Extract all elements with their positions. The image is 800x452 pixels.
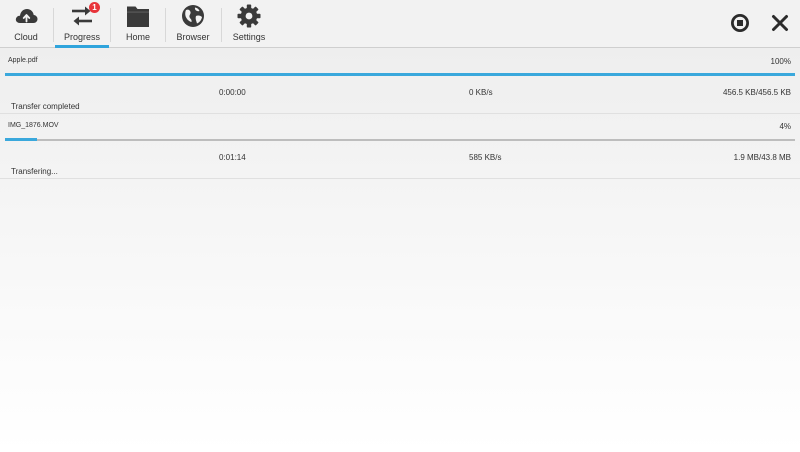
transfer-speed: 585 KB/s (469, 153, 502, 162)
close-button[interactable] (770, 13, 790, 33)
transfer-status: Transfer completed (11, 102, 80, 111)
folder-icon (125, 3, 151, 29)
tab-settings[interactable]: Settings (225, 0, 273, 48)
transfer-item[interactable]: Apple.pdf 100% 0:00:00 0 KB/s 456.5 KB/4… (0, 49, 800, 114)
top-toolbar: Cloud 1 Progress Home Browser Settings (0, 0, 800, 48)
transfer-progress-fill (5, 73, 795, 76)
transfer-percent: 4% (779, 122, 791, 131)
transfer-elapsed-time: 0:01:14 (219, 153, 246, 162)
gear-icon (236, 3, 262, 29)
transfer-status: Transfering... (11, 167, 58, 176)
transfer-progress-bar (5, 73, 795, 76)
transfer-speed: 0 KB/s (469, 88, 493, 97)
globe-icon (180, 3, 206, 29)
tab-browser[interactable]: Browser (169, 0, 217, 48)
tab-divider (110, 8, 111, 42)
stop-button[interactable] (730, 13, 750, 33)
close-icon (770, 13, 790, 33)
transfer-size: 1.9 MB/43.8 MB (733, 153, 791, 162)
transfer-progress-bar (5, 138, 795, 141)
tab-browser-label: Browser (176, 32, 210, 42)
transfer-progress-fill (5, 138, 37, 141)
tab-progress[interactable]: 1 Progress (55, 0, 109, 48)
tab-settings-label: Settings (232, 32, 266, 42)
tab-home-label: Home (125, 32, 150, 42)
transfer-file-name: IMG_1876.MOV (8, 122, 59, 129)
active-tab-indicator (55, 45, 109, 48)
tab-divider (221, 8, 222, 42)
tab-progress-label: Progress (63, 32, 100, 42)
cloud-icon (13, 3, 39, 29)
stop-icon (730, 13, 750, 33)
transfer-arrows-icon: 1 (69, 2, 100, 29)
transfer-file-name: Apple.pdf (8, 57, 38, 64)
tab-divider (53, 8, 54, 42)
tab-cloud-label: Cloud (14, 32, 38, 42)
transfer-size: 456.5 KB/456.5 KB (722, 88, 791, 97)
transfer-item[interactable]: IMG_1876.MOV 4% 0:01:14 585 KB/s 1.9 MB/… (0, 114, 800, 179)
transfer-elapsed-time: 0:00:00 (219, 88, 246, 97)
notification-badge: 1 (89, 2, 100, 13)
tab-cloud[interactable]: Cloud (4, 0, 48, 48)
tab-home[interactable]: Home (114, 0, 162, 48)
tab-divider (165, 8, 166, 42)
transfer-percent: 100% (770, 57, 791, 66)
